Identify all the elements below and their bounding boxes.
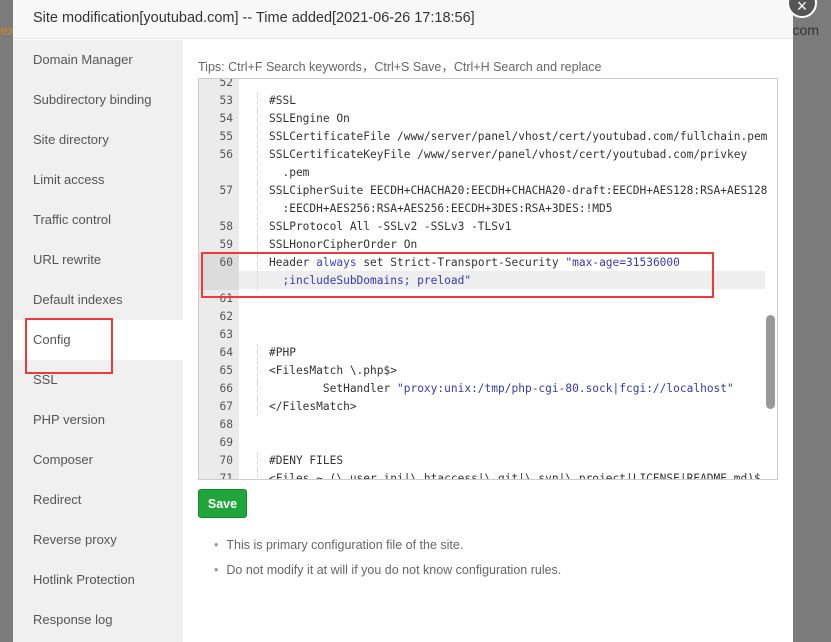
sidebar-item-response-log[interactable]: Response log (13, 600, 183, 640)
sidebar-item-subdirectory-binding[interactable]: Subdirectory binding (13, 80, 183, 120)
indent-guide (257, 344, 258, 362)
highlight-box-line-60 (201, 252, 714, 298)
code-line: <Files ~ (\.user.ini|\.htaccess|\.git|\.… (269, 472, 761, 480)
line-number: 57 (219, 184, 233, 197)
line-number: 52 (219, 78, 233, 89)
main-panel: Tips: Ctrl+F Search keywords，Ctrl+S Save… (198, 40, 778, 577)
code-line: #DENY FILES (269, 454, 344, 467)
line-number: 71 (219, 472, 233, 480)
note-item: Do not modify it at will if you do not k… (214, 563, 561, 588)
indent-guide (257, 362, 258, 380)
indent-guide (257, 146, 258, 182)
indent-guide (257, 110, 258, 128)
tips-text: Tips: Ctrl+F Search keywords，Ctrl+S Save… (198, 60, 602, 74)
sidebar-item-php-version[interactable]: PHP version (13, 400, 183, 440)
sidebar-item-url-rewrite[interactable]: URL rewrite (13, 240, 183, 280)
editor-scrollbar[interactable] (766, 315, 775, 409)
indent-guide (257, 182, 258, 218)
indent-guide (257, 128, 258, 146)
sidebar-item-limit-access[interactable]: Limit access (13, 160, 183, 200)
line-number: 67 (219, 400, 233, 413)
sidebar-item-composer[interactable]: Composer (13, 440, 183, 480)
code-line: #PHP (269, 346, 296, 359)
save-button[interactable]: Save (198, 489, 247, 518)
code-line: SSLProtocol All -SSLv2 -SSLv3 -TLSv1 (269, 220, 512, 233)
background-text-right: com (792, 22, 819, 38)
sidebar-item-traffic-control[interactable]: Traffic control (13, 200, 183, 240)
line-number: 53 (219, 94, 233, 107)
sidebar-item-domain-manager[interactable]: Domain Manager (13, 40, 183, 80)
line-number: 63 (219, 328, 233, 341)
sidebar-item-site-directory[interactable]: Site directory (13, 120, 183, 160)
sidebar-item-redirect[interactable]: Redirect (13, 480, 183, 520)
highlight-box-config (25, 318, 113, 374)
line-number: 64 (219, 346, 233, 359)
indent-guide (257, 380, 258, 398)
sidebar-item-hotlink-protection[interactable]: Hotlink Protection (13, 560, 183, 600)
dialog-title: Site modification[youtubad.com] -- Time … (13, 0, 793, 39)
line-number: 68 (219, 418, 233, 431)
line-number: 56 (219, 148, 233, 161)
indent-guide (257, 218, 258, 236)
line-number: 55 (219, 130, 233, 143)
note-item: This is primary configuration file of th… (214, 538, 561, 563)
indent-guide (257, 452, 258, 470)
line-number: 69 (219, 436, 233, 449)
line-number: 70 (219, 454, 233, 467)
code-line: <FilesMatch \.php$> (269, 364, 397, 377)
code-line: SSLEngine On (269, 112, 350, 125)
line-number: 54 (219, 112, 233, 125)
site-modification-dialog: Site modification[youtubad.com] -- Time … (13, 0, 817, 642)
sidebar-item-default-indexes[interactable]: Default indexes (13, 280, 183, 320)
indent-guide (257, 92, 258, 110)
sidebar-item-reverse-proxy[interactable]: Reverse proxy (13, 520, 183, 560)
indent-guide (257, 470, 258, 479)
line-number: 65 (219, 364, 233, 377)
code-line: </FilesMatch> (269, 400, 357, 413)
code-line: SetHandler "proxy:unix:/tmp/php-cgi-80.s… (269, 382, 734, 395)
line-number: 58 (219, 220, 233, 233)
notes-list: This is primary configuration file of th… (214, 538, 561, 588)
indent-guide (257, 398, 258, 416)
code-line: #SSL (269, 94, 296, 107)
code-line: SSLCipherSuite EECDH+CHACHA20:EECDH+CHAC… (269, 184, 768, 215)
code-line: SSLCertificateFile /www/server/panel/vho… (269, 130, 768, 143)
code-line: SSLCertificateKeyFile /www/server/panel/… (269, 148, 748, 179)
line-number: 66 (219, 382, 233, 395)
line-number: 62 (219, 310, 233, 323)
